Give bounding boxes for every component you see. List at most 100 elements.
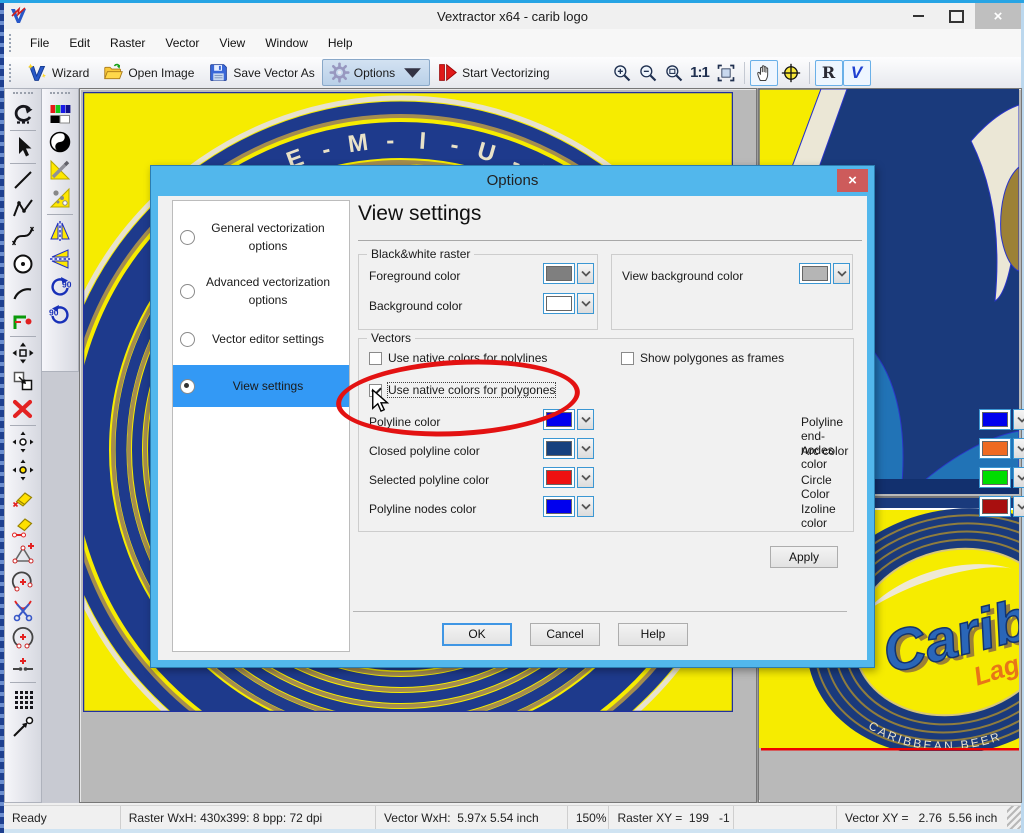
view-background-color-combo[interactable] [799,263,850,284]
tool-erase-segment[interactable] [8,512,38,540]
tool-add-vertex[interactable] [8,540,38,568]
foreground-color-combo[interactable] [543,263,594,284]
tool-grid[interactable] [8,685,38,713]
nav-advanced-vectorization[interactable]: Advanced vectorization options [173,269,349,313]
tool-remove-dots[interactable] [45,184,75,212]
fit-to-window-button[interactable] [713,61,739,85]
polyline-color-combo[interactable] [543,409,594,430]
menu-raster[interactable]: Raster [100,31,155,55]
tool-line[interactable] [8,166,38,194]
tool-trace[interactable] [8,306,38,334]
tool-bezier[interactable] [8,222,38,250]
arc-color-combo[interactable] [979,438,1024,459]
tool-join-segments[interactable] [8,652,38,680]
circle-color-combo[interactable] [979,467,1024,488]
tool-delete[interactable] [8,395,38,423]
raster-view-toggle[interactable]: R [815,60,843,86]
tool-rotate-ccw[interactable]: 90 [45,301,75,329]
nav-view-settings[interactable]: View settings [173,365,349,407]
dialog-close-button[interactable]: × [837,169,868,192]
apply-button[interactable]: Apply [770,546,838,568]
zoom-in-button[interactable] [609,61,635,85]
open-image-button[interactable]: Open Image [96,59,201,86]
wizard-button[interactable]: Wizard [20,59,96,86]
zoom-window-button[interactable] [661,61,687,85]
menu-vector[interactable]: Vector [155,31,209,55]
polyline-nodes-color-combo[interactable] [543,496,594,517]
chevron-down-icon[interactable] [833,263,850,284]
tool-copy[interactable] [8,367,38,395]
minimize-button[interactable] [899,3,937,29]
pan-hand-button[interactable] [750,60,778,86]
tool-move-node[interactable] [8,428,38,456]
radio-selected-icon[interactable] [180,379,195,394]
tool-cut[interactable] [8,596,38,624]
tool-add-arc-node[interactable] [8,568,38,596]
polyline-end-nodes-color-combo[interactable] [979,409,1024,430]
tool-flip-horizontal[interactable] [45,217,75,245]
save-vector-button[interactable]: Save Vector As [201,59,321,86]
izoline-color-combo[interactable] [979,496,1024,517]
native-colors-polylines-checkbox[interactable]: Use native colors for polylines [369,351,547,365]
selected-polyline-color-combo[interactable] [543,467,594,488]
polygones-as-frames-checkbox[interactable]: Show polygones as frames [621,351,784,365]
tool-select[interactable] [8,133,38,161]
tool-close-contour[interactable] [8,624,38,652]
vector-view-toggle[interactable]: V [843,60,871,86]
nav-general-vectorization[interactable]: General vectorization options [173,215,349,259]
tool-pick-point[interactable] [8,713,38,741]
checkbox-checked-icon[interactable] [369,384,382,397]
tool-despeckle[interactable] [45,156,75,184]
checkbox-icon[interactable] [369,352,382,365]
menu-window[interactable]: Window [255,31,318,55]
chevron-down-icon[interactable] [577,409,594,430]
radio-icon[interactable] [180,230,195,245]
tool-erase-node[interactable] [8,484,38,512]
radio-icon[interactable] [180,284,195,299]
chevron-down-icon[interactable] [577,293,594,314]
zoom-out-button[interactable] [635,61,661,85]
chevron-down-icon[interactable] [1013,496,1024,517]
closed-polyline-color-combo[interactable] [543,438,594,459]
ok-button[interactable]: OK [442,623,512,646]
maximize-button[interactable] [937,3,975,29]
titlebar[interactable]: Vextractor x64 - carib logo × [4,3,1021,29]
menu-file[interactable]: File [20,31,59,55]
checkbox-icon[interactable] [621,352,634,365]
close-button[interactable]: × [975,3,1021,29]
tool-invert[interactable] [45,128,75,156]
tool-polyline[interactable] [8,194,38,222]
menu-help[interactable]: Help [318,31,363,55]
zoom-1-1-button[interactable]: 1:1 [687,61,713,85]
tool-arc[interactable] [8,278,38,306]
chevron-down-icon[interactable] [577,438,594,459]
selected-polyline-color-label: Selected polyline color [369,473,489,487]
menu-view[interactable]: View [209,31,255,55]
chevron-down-icon[interactable] [577,263,594,284]
chevron-down-icon[interactable] [1013,438,1024,459]
options-button[interactable]: Options [322,59,430,86]
radio-icon[interactable] [180,332,195,347]
chevron-down-icon[interactable] [577,496,594,517]
tool-circle[interactable] [8,250,38,278]
help-button[interactable]: Help [618,623,688,646]
native-colors-polygones-checkbox[interactable]: Use native colors for polygones [369,383,555,397]
resize-grip[interactable] [1007,806,1021,830]
tool-move-node-alt[interactable] [8,456,38,484]
options-dialog[interactable]: Options × General vectorization options … [150,165,875,668]
crosshair-target-button[interactable] [778,61,804,85]
nav-vector-editor[interactable]: Vector editor settings [173,325,349,353]
chevron-down-icon[interactable] [1013,467,1024,488]
cancel-button[interactable]: Cancel [530,623,600,646]
tool-flip-vertical[interactable] [45,245,75,273]
chevron-down-icon[interactable] [1013,409,1024,430]
start-vectorizing-button[interactable]: Start Vectorizing [430,59,556,86]
tool-undo[interactable] [8,100,38,128]
tool-rotate-cw[interactable]: 90 [45,273,75,301]
tool-palette-colors[interactable] [45,100,75,128]
background-color-combo[interactable] [543,293,594,314]
tool-move[interactable] [8,339,38,367]
menu-edit[interactable]: Edit [59,31,100,55]
chevron-down-icon[interactable] [577,467,594,488]
hand-icon [754,63,774,83]
